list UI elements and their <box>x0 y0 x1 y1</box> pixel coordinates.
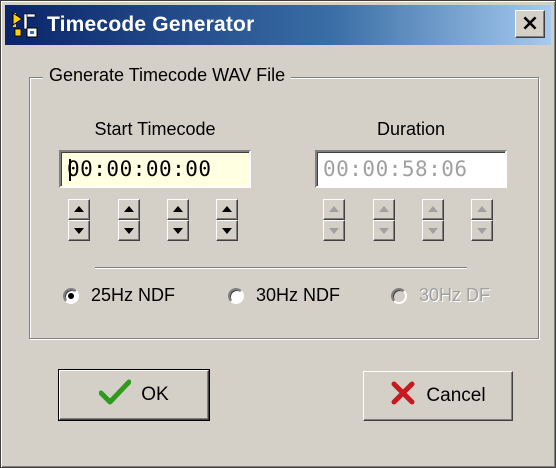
start-seconds-down-button[interactable] <box>167 220 189 241</box>
arrow-up-icon <box>477 206 487 212</box>
start-frames-up-button[interactable] <box>216 199 238 220</box>
start-minutes-spinner[interactable] <box>118 199 140 241</box>
start-hours-spinner[interactable] <box>68 199 90 241</box>
arrow-up-icon <box>74 206 84 212</box>
arrow-up-icon <box>173 206 183 212</box>
duration-label: Duration <box>376 119 446 139</box>
title-bar[interactable]: Timecode Generator × <box>5 5 551 45</box>
cancel-button-label: Cancel <box>426 385 486 406</box>
start-minutes-down-button[interactable] <box>118 220 140 241</box>
arrow-up-icon <box>124 206 134 212</box>
duration-value: 00:00:58:06 <box>323 157 468 181</box>
check-icon <box>98 379 132 411</box>
start-minutes-up-button[interactable] <box>118 199 140 220</box>
arrow-up-icon <box>222 206 232 212</box>
group-legend: Generate Timecode WAV File <box>43 65 292 86</box>
radio-25hz-ndf-label: 25Hz NDF <box>91 285 176 305</box>
duration-minutes-up-button <box>373 199 395 220</box>
start-frames-spinner[interactable] <box>216 199 238 241</box>
arrow-down-icon <box>428 228 438 234</box>
start-timecode-value: 00:00:00:00 <box>67 157 212 181</box>
duration-seconds-up-button <box>422 199 444 220</box>
arrow-up-icon <box>428 206 438 212</box>
duration-frames-down-button <box>471 220 493 241</box>
close-button[interactable]: × <box>515 10 545 38</box>
close-icon: × <box>520 11 540 36</box>
start-frames-down-button[interactable] <box>216 220 238 241</box>
duration-hours-down-button <box>323 220 345 241</box>
start-seconds-up-button[interactable] <box>167 199 189 220</box>
radio-30hz-df-label: 30Hz DF <box>419 285 491 305</box>
duration-minutes-spinner <box>373 199 395 241</box>
start-timecode-field[interactable]: 00:00:00:00 <box>59 150 251 188</box>
start-timecode-label: Start Timecode <box>94 119 216 139</box>
duration-minutes-down-button <box>373 220 395 241</box>
arrow-down-icon <box>124 228 134 234</box>
arrow-down-icon <box>477 228 487 234</box>
duration-hours-up-button <box>323 199 345 220</box>
window-title: Timecode Generator <box>47 13 255 36</box>
text-caret <box>69 159 71 181</box>
arrow-down-icon <box>222 228 232 234</box>
arrow-down-icon <box>379 228 389 234</box>
duration-frames-spinner <box>471 199 493 241</box>
ok-button[interactable]: OK <box>58 369 210 421</box>
timecode-app-icon <box>11 10 41 40</box>
x-icon <box>390 380 416 412</box>
timecode-generator-window: Timecode Generator × Generate Timecode W… <box>0 0 556 468</box>
ok-button-label: OK <box>141 384 169 405</box>
duration-field: 00:00:58:06 <box>315 150 507 188</box>
start-hours-up-button[interactable] <box>68 199 90 220</box>
arrow-down-icon <box>329 228 339 234</box>
arrow-up-icon <box>329 206 339 212</box>
radio-dot <box>68 292 74 299</box>
radio-button-unchecked[interactable] <box>228 287 244 304</box>
start-hours-down-button[interactable] <box>68 220 90 241</box>
separator-line <box>95 267 467 269</box>
radio-30hz-ndf-label: 30Hz NDF <box>256 285 341 305</box>
duration-hours-spinner <box>323 199 345 241</box>
arrow-down-icon <box>74 228 84 234</box>
arrow-down-icon <box>173 228 183 234</box>
duration-frames-up-button <box>471 199 493 220</box>
radio-25hz-ndf[interactable]: 25Hz NDF <box>63 285 175 306</box>
cancel-button[interactable]: Cancel <box>363 371 513 421</box>
arrow-up-icon <box>379 206 389 212</box>
radio-30hz-df: 30Hz DF <box>391 285 490 306</box>
start-seconds-spinner[interactable] <box>167 199 189 241</box>
duration-seconds-down-button <box>422 220 444 241</box>
radio-button-checked[interactable] <box>63 287 79 304</box>
radio-30hz-ndf[interactable]: 30Hz NDF <box>228 285 340 306</box>
duration-seconds-spinner <box>422 199 444 241</box>
radio-button-disabled <box>391 287 407 304</box>
